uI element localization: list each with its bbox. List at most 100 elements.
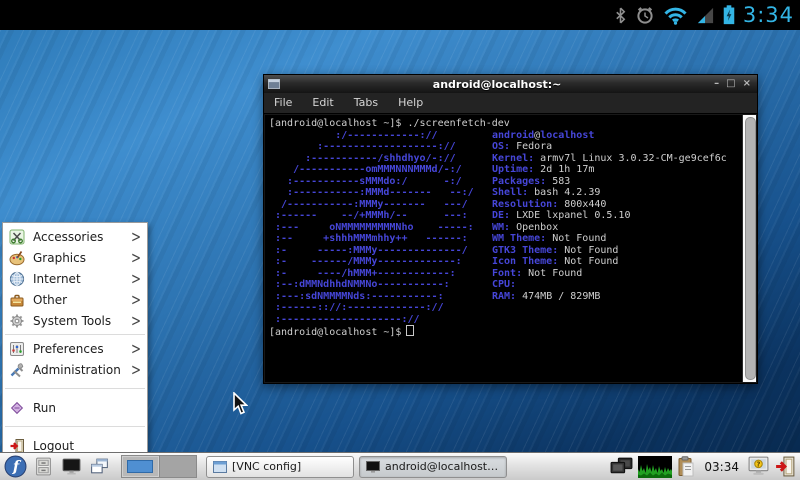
task-button-android-localhost[interactable]: android@localhost:~	[359, 455, 507, 478]
screenfetch-line: :--:dMMNdhhdNMMNo-----------: CPU:	[269, 279, 517, 290]
palette-icon	[9, 250, 25, 266]
terminal-menu-edit[interactable]: Edit	[302, 93, 343, 113]
submenu-arrow-icon: >	[130, 290, 141, 309]
menu-item-label: Run	[33, 400, 57, 415]
alarm-clock-icon	[635, 5, 655, 25]
ascii-art: /-----------omMMMNNNMMMd/-:/	[269, 164, 462, 175]
task-list: [VNC config] android@localhost:~	[206, 455, 507, 478]
scissors-icon	[9, 229, 25, 245]
window-menu-icon[interactable]	[268, 79, 280, 89]
menu-separator	[5, 426, 145, 427]
workspace-1[interactable]	[122, 456, 159, 477]
menu-item-label: Internet	[33, 271, 81, 286]
terminal-menu-file[interactable]: File	[264, 93, 302, 113]
menu-item-accessories[interactable]: Accessories >	[3, 226, 147, 247]
clipboard-icon[interactable]	[676, 455, 696, 478]
terminal-body: [android@localhost ~]$ ./screenfetch-dev…	[265, 115, 756, 382]
minimize-button[interactable]: –	[714, 79, 719, 89]
logout-icon[interactable]	[774, 455, 797, 478]
battery-charging-icon	[723, 5, 735, 25]
screenfetch-line: :---:sdNMMMMNds:-----------: RAM: 474MB /…	[269, 290, 601, 302]
taskbar-clock[interactable]: 03:34	[700, 460, 743, 474]
file-manager-launcher[interactable]	[31, 455, 55, 479]
screenfetch-line: :/------------://android@localhost	[269, 129, 595, 141]
screenfetch-line: :- ----/hMMM+------------: Font: Not Foun…	[269, 267, 583, 279]
ascii-art: :/------------://	[269, 129, 438, 141]
menu-separator	[5, 388, 145, 389]
task-button-vnc-config[interactable]: [VNC config]	[206, 455, 354, 478]
ascii-art: :- ----/hMMM+------------:	[269, 267, 456, 279]
app-menu: Accessories > Graphics > Internet > Other > Syst…	[2, 222, 148, 460]
ascii-art: :-------------------://	[269, 141, 456, 152]
close-button[interactable]: ×	[743, 79, 751, 89]
ascii-art: :- ------/MMMy-------------:	[269, 256, 462, 267]
menu-button[interactable]: f	[3, 455, 27, 479]
terminal-menu-help[interactable]: Help	[388, 93, 433, 113]
network-monitors-icon[interactable]	[609, 456, 634, 477]
window-title: android@localhost:~	[432, 77, 562, 91]
menu-item-preferences[interactable]: Preferences >	[3, 338, 147, 359]
android-status-bar[interactable]: 3:34	[0, 0, 800, 30]
status-bar-time: 3:34	[742, 3, 794, 27]
submenu-arrow-icon: >	[130, 311, 141, 330]
menu-item-label: System Tools	[33, 313, 112, 328]
submenu-arrow-icon: >	[130, 339, 141, 358]
terminal-output[interactable]: [android@localhost ~]$ ./screenfetch-dev…	[265, 115, 742, 382]
screenfetch-line: :------ --/+MMMh/-- ---: DE: LXDE lxpanel…	[269, 210, 631, 221]
shell-prompt[interactable]: [android@localhost ~]$	[269, 325, 740, 339]
menu-item-label: Administration	[33, 362, 121, 377]
screenfetch-line: /-----------:MMMy------- ---/Resolution:…	[269, 198, 607, 210]
terminal-menubar: File Edit Tabs Help	[264, 93, 757, 114]
terminal-window: android@localhost:~ – □ × File Edit Tabs He…	[263, 74, 758, 384]
terminal-menu-tabs[interactable]: Tabs	[344, 93, 388, 113]
gear-icon	[9, 313, 25, 329]
workspace-pager	[121, 455, 197, 478]
workspace-2[interactable]	[159, 456, 196, 477]
ascii-art: :- -----:MMMy--------------/	[269, 244, 468, 256]
terminal-scrollbar[interactable]	[742, 115, 756, 382]
scrollbar-thumb[interactable]	[744, 117, 756, 380]
preferences-icon	[9, 341, 25, 357]
window-icon	[213, 460, 227, 473]
iconify-windows-button[interactable]	[87, 455, 111, 479]
signal-icon	[696, 6, 715, 25]
task-label: [VNC config]	[232, 460, 302, 473]
submenu-arrow-icon: >	[130, 269, 141, 288]
system-tray: 03:34 ?	[609, 455, 797, 478]
terminal-launcher[interactable]	[59, 455, 83, 479]
screenfetch-line: :-----------/shhdhyo/-://Kernel: armv7l …	[269, 152, 727, 164]
menu-item-run[interactable]: Run	[3, 397, 147, 418]
menu-item-system-tools[interactable]: System Tools >	[3, 310, 147, 331]
screenfetch-line: :-- +shhhMMMmhhy++ ------: WM Theme: Not …	[269, 233, 607, 244]
screenfetch-line: :--- oNMMMMMMMMMNho -----: WM: Openbox	[269, 221, 559, 233]
taskbar: f [VNC config] android@localhost:~ 03:34 …	[0, 452, 800, 480]
screenfetch-line: :-----------:MMMd------- --:/Shell: bash…	[269, 187, 601, 198]
screenfetch-line: /-----------omMMMNNNMMMd/-:/Uptime: 2d 1…	[269, 164, 595, 175]
run-diamond-icon	[9, 400, 25, 416]
ascii-art: /-----------:MMMy------- ---/	[269, 198, 468, 210]
screenfetch-line: :- -----:MMMy--------------/GTK3 Theme: …	[269, 244, 619, 256]
ascii-art: :-----------/shhdhyo/-://	[269, 152, 456, 164]
cpu-graph-icon[interactable]	[638, 455, 673, 478]
menu-item-other[interactable]: Other >	[3, 289, 147, 310]
menu-item-graphics[interactable]: Graphics >	[3, 247, 147, 268]
submenu-arrow-icon: >	[130, 248, 141, 267]
task-label: android@localhost:~	[385, 460, 500, 473]
pager-window	[127, 460, 153, 473]
admin-tools-icon	[9, 362, 25, 378]
menu-item-internet[interactable]: Internet >	[3, 268, 147, 289]
submenu-arrow-icon: >	[130, 227, 141, 246]
screenfetch-line: :------:://:-------------://	[269, 302, 740, 314]
screensaver-lock-icon[interactable]: ?	[747, 455, 770, 478]
wifi-icon	[663, 6, 688, 25]
ascii-art: :--:dMMNdhhdNMMNo-----------:	[269, 279, 450, 290]
terminal-titlebar[interactable]: android@localhost:~ – □ ×	[264, 75, 757, 93]
menu-item-label: Other	[33, 292, 68, 307]
ascii-art: :--- oNMMMMMMMMMNho -----:	[269, 221, 474, 233]
svg-text:?: ?	[757, 461, 761, 469]
menu-item-label: Logout	[33, 438, 75, 453]
screenfetch-line: :-----------sMMMdo:/ -:/Packages: 583	[269, 175, 571, 187]
menu-item-administration[interactable]: Administration >	[3, 359, 147, 380]
command-line: [android@localhost ~]$ ./screenfetch-dev	[269, 118, 510, 129]
maximize-button[interactable]: □	[726, 79, 735, 89]
